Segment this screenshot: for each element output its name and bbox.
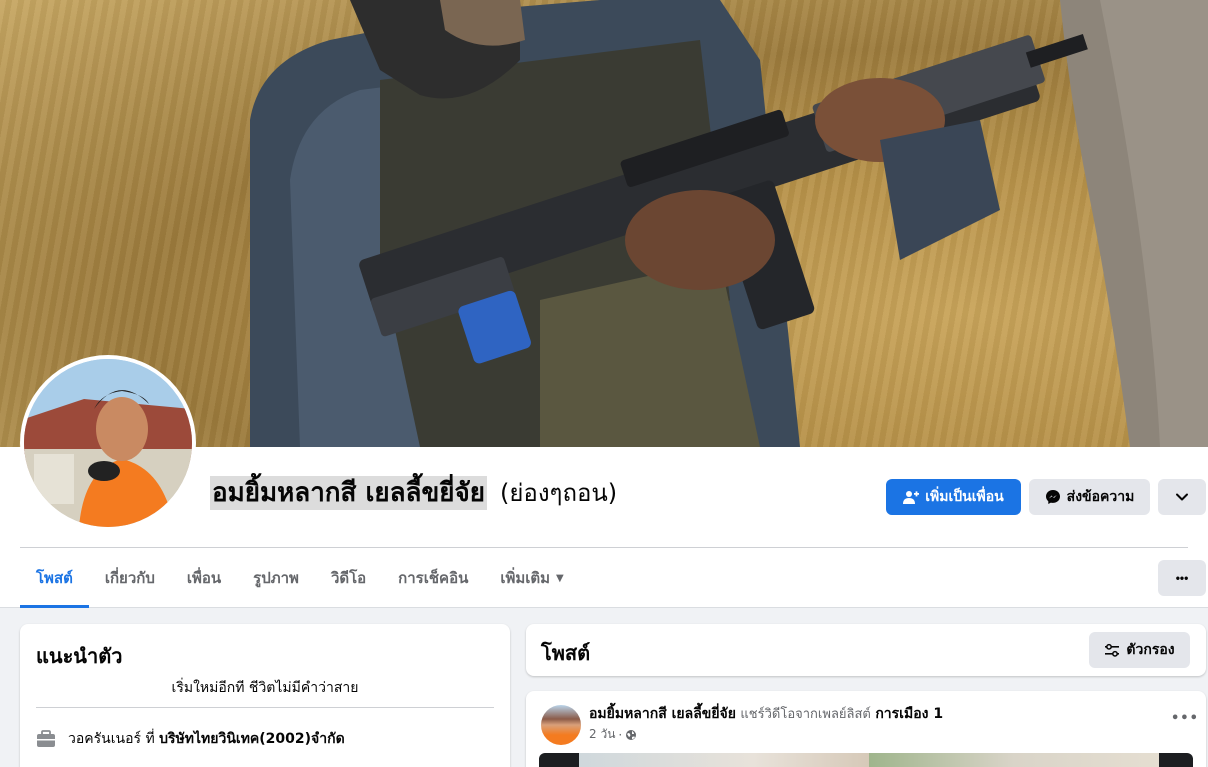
messenger-icon (1045, 490, 1060, 504)
profile-more-button[interactable] (1158, 479, 1206, 515)
tab-label: วิดีโอ (330, 569, 367, 587)
intro-work-row: วอครันเนอร์ ที่ บริษัทไทยวินิเทค(2002)จำ… (36, 728, 345, 750)
tab-posts[interactable]: โพสต์ (20, 548, 89, 608)
message-button[interactable]: ส่งข้อความ (1029, 479, 1150, 515)
filter-button[interactable]: ตัวกรอง (1089, 632, 1190, 668)
post-author-avatar[interactable] (541, 705, 581, 745)
profile-picture[interactable] (20, 355, 196, 531)
intro-work-company[interactable]: บริษัทไทยวินิเทค(2002)จำกัด (159, 731, 345, 747)
profile-name-text: อมยิ้มหลากสี เยลลี้ขยี่จัย (210, 476, 487, 510)
tab-photos[interactable]: รูปภาพ (237, 548, 315, 608)
posts-title: โพสต์ (541, 641, 591, 665)
tab-label: เพื่อน (186, 569, 222, 587)
chevron-down-icon (1176, 493, 1188, 501)
post-author-name[interactable]: อมยิ้มหลากสี เยลลี้ขยี่จัย (589, 706, 736, 722)
video-frame-left (579, 753, 869, 767)
post-video-thumbnail[interactable] (539, 753, 1193, 767)
posts-header-card: โพสต์ ตัวกรอง (526, 624, 1206, 676)
post-header: อมยิ้มหลากสี เยลลี้ขยี่จัย แชร์วิดีโอจาก… (589, 703, 943, 725)
post-time[interactable]: 2 วัน (589, 725, 615, 744)
intro-title: แนะนำตัว (36, 644, 123, 668)
more-dots-icon: ••• (1175, 571, 1189, 585)
add-friend-button[interactable]: เพิ่มเป็นเพื่อน (886, 479, 1021, 515)
post-playlist-link[interactable]: การเมือง 1 (875, 706, 943, 722)
profile-tabs: โพสต์ เกี่ยวกับ เพื่อน รูปภาพ วิดีโอ การ… (20, 548, 580, 608)
tab-friends[interactable]: เพื่อน (171, 548, 237, 608)
intro-card: แนะนำตัว เริ่มใหม่อีกที ชีวิตไม่มีคำว่าส… (20, 624, 510, 767)
tabs-more-button[interactable]: ••• (1158, 560, 1206, 596)
post-action-text: แชร์วิดีโอจากเพลย์ลิสต์ (740, 707, 871, 722)
profile-alternate-name: (ย่องๆถอน) (500, 479, 618, 507)
add-friend-icon (903, 491, 920, 504)
profile-name: อมยิ้มหลากสี เยลลี้ขยี่จัย (ย่องๆถอน) (210, 472, 617, 513)
tab-label: เกี่ยวกับ (104, 569, 155, 587)
filter-label: ตัวกรอง (1126, 641, 1175, 657)
tab-label: เพิ่มเติม (500, 569, 551, 587)
caret-down-icon: ▼ (556, 572, 564, 584)
tab-label: รูปภาพ (253, 569, 299, 587)
post-menu-button[interactable]: ••• (1171, 711, 1199, 726)
intro-divider (36, 707, 494, 708)
video-frame-right (869, 753, 1159, 767)
filter-icon (1105, 643, 1120, 657)
tab-label: การเช็คอิน (398, 569, 469, 587)
profile-picture-image (24, 359, 192, 527)
tab-more[interactable]: เพิ่มเติม ▼ (484, 548, 579, 608)
cover-illustration (250, 0, 1208, 447)
message-label: ส่งข้อความ (1066, 488, 1135, 504)
tab-videos[interactable]: วิดีโอ (315, 548, 382, 608)
post-meta: 2 วัน · (589, 725, 637, 744)
tab-about[interactable]: เกี่ยวกับ (89, 548, 171, 608)
intro-bio: เริ่มใหม่อีกที ชีวิตไม่มีคำว่าสาย (171, 680, 359, 696)
cover-photo[interactable] (0, 0, 1208, 447)
tab-checkins[interactable]: การเช็คอิน (382, 548, 484, 608)
add-friend-label: เพิ่มเป็นเพื่อน (925, 488, 1004, 504)
globe-icon (626, 729, 637, 740)
tab-label: โพสต์ (36, 569, 73, 587)
post-card: อมยิ้มหลากสี เยลลี้ขยี่จัย แชร์วิดีโอจาก… (526, 691, 1206, 767)
intro-work-prefix: วอครันเนอร์ ที่ (68, 731, 155, 747)
briefcase-icon (37, 730, 55, 747)
post-meta-separator: · (618, 727, 623, 742)
